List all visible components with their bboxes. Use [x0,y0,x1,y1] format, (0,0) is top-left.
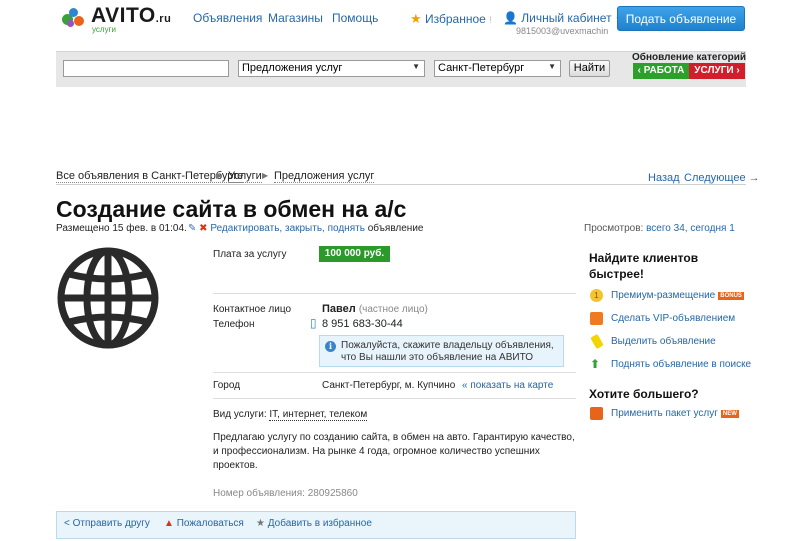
share-label: Отправить другу [72,518,150,529]
category-update-title: Обновление категорий [632,52,746,63]
service-type-label: Вид услуги: [213,409,267,420]
divider [213,293,576,294]
city-select[interactable]: Санкт-Петербург [434,60,561,77]
page-title: Создание сайта в обмен на а/с [56,196,407,222]
back-link[interactable]: Назад [648,172,680,184]
notice-box: i Пожалуйста, скажите владельцу объявлен… [319,335,564,367]
search-input[interactable] [63,60,229,77]
breadcrumb-services[interactable]: Услуги [228,170,262,183]
edit-link[interactable]: Редактировать, закрыть, поднять [210,223,365,234]
show-on-map-label: показать на карте [470,380,554,391]
price-label: Плата за услугу [213,249,287,260]
contact-name: Павел [322,303,356,315]
city-label: Город [213,380,241,391]
coin-icon: 1 [590,289,603,302]
marker-icon [590,333,604,350]
globe-icon [57,247,159,349]
next-link[interactable]: Следующее → [684,172,760,184]
arrow-up-icon: ⬆ [590,357,601,371]
notice-text: Пожалуйста, скажите владельцу объявления… [341,340,554,363]
avito-logo[interactable]: AVITO.ru услуги [60,4,172,36]
star-icon: ★ [256,518,265,529]
sidebar-item-label: Выделить объявление [611,336,716,347]
favorites-counter-icon: ! [489,15,492,25]
divider [213,372,576,373]
map-arrow-icon: « [462,380,468,391]
views-label: Просмотров: [584,223,644,234]
ad-number: Номер объявления: 280925860 [213,488,358,499]
new-badge: NEW [720,409,739,418]
share-icon: < [64,518,70,529]
sidebar-item-vip[interactable]: Сделать VIP-объявлением [590,312,735,325]
star-icon: ★ [410,11,422,26]
services-category-button[interactable]: УСЛУГИ › [689,63,745,79]
add-favorite-button[interactable]: ★ Добавить в избранное [256,518,372,529]
contact-label: Контактное лицо [213,304,292,315]
nav-ads[interactable]: Объявления [193,11,262,25]
complain-button[interactable]: ▲ Пожаловаться [164,518,244,529]
sidebar-item-raise[interactable]: ⬆ Поднять объявление в поиске [590,358,751,371]
user-email: 9815003@uvexmachin [516,26,609,36]
info-icon: i [325,341,336,352]
service-type-value[interactable]: IT, интернет, телеком [269,409,368,421]
warning-icon: ▲ [164,518,174,529]
sidebar-item-label: Применить пакет услуг [611,408,718,419]
posted-date: Размещено 15 фев. в 01:04. [56,223,187,234]
breadcrumb-arrow-icon: ▶ [216,171,223,180]
nav-shops[interactable]: Магазины [268,11,323,25]
sidebar-item-label: Сделать VIP-объявлением [611,313,736,324]
vip-icon [590,312,603,325]
contact-person: Павел (частное лицо) [322,303,428,315]
cabinet-link[interactable]: 👤 Личный кабинет ▼ 9815003@uvexmachin [503,11,623,36]
phone-label: Телефон [213,319,255,330]
city-value-text: Санкт-Петербург, м. Купчино [322,380,456,391]
nav-help[interactable]: Помощь [332,11,378,25]
category-select[interactable]: Предложения услуг [238,60,425,77]
sidebar-item-label: Поднять объявление в поиске [611,359,752,370]
add-favorite-label: Добавить в избранное [267,518,372,529]
package-icon [590,407,603,420]
logo-mark-icon [60,6,88,32]
user-icon: 👤 [503,11,518,25]
pencil-icon: ✎ [188,223,197,234]
price-badge: 100 000 руб. [319,246,390,262]
views-value[interactable]: всего 34, сегодня 1 [646,223,735,234]
service-type: Вид услуги: IT, интернет, телеком [213,409,368,421]
work-label: РАБОТА [643,65,685,76]
phone-icon: ▯ [310,316,317,330]
globe-image[interactable] [55,244,161,355]
city-value: Санкт-Петербург [438,62,525,74]
bonus-badge: BONUS [718,291,744,300]
logo-text: AVITO [91,4,156,27]
category-value: Предложения услуг [242,62,343,74]
sidebar-item-premium[interactable]: 1 Премиум-размещение BONUS [590,289,744,302]
close-icon: ✖ [199,223,208,234]
sidebar-heading-clients: Найдите клиентов быстрее! [589,251,699,281]
logo-suffix: .ru [155,13,172,25]
share-button[interactable]: < Отправить другу [64,518,150,529]
cabinet-label: Личный кабинет [521,11,612,25]
favorites-link[interactable]: ★ Избранное ! [410,11,492,27]
favorites-label: Избранное [425,12,486,26]
phone-number[interactable]: 8 951 683-30-44 [322,318,403,330]
views-counter: Просмотров: всего 34, сегодня 1 [584,223,735,234]
sidebar-item-label: Премиум-размещение [611,290,716,301]
breadcrumb-arrow-icon: ▶ [262,171,269,180]
find-button[interactable]: Найти [569,60,610,77]
services-label: УСЛУГИ [694,65,734,76]
edit-tail: объявление [367,223,424,234]
edit-actions[interactable]: ✎ ✖ Редактировать, закрыть, поднять объя… [188,223,423,234]
sidebar-item-highlight[interactable]: Выделить объявление [590,333,716,350]
work-category-button[interactable]: ‹ РАБОТА [633,63,689,79]
breadcrumb-offers[interactable]: Предложения услуг [274,170,375,183]
contact-note: (частное лицо) [358,304,428,315]
logo-sub: услуги [92,25,116,34]
sidebar-item-package[interactable]: Применить пакет услуг NEW [590,407,739,420]
ad-description: Предлагаю услугу по созданию сайта, в об… [213,432,575,471]
post-ad-button[interactable]: Подать объявление [617,6,745,31]
sidebar-heading-more: Хотите большего? [589,387,699,401]
complain-label: Пожаловаться [176,518,244,529]
divider [213,398,576,399]
show-on-map-link[interactable]: « показать на карте [462,380,553,391]
